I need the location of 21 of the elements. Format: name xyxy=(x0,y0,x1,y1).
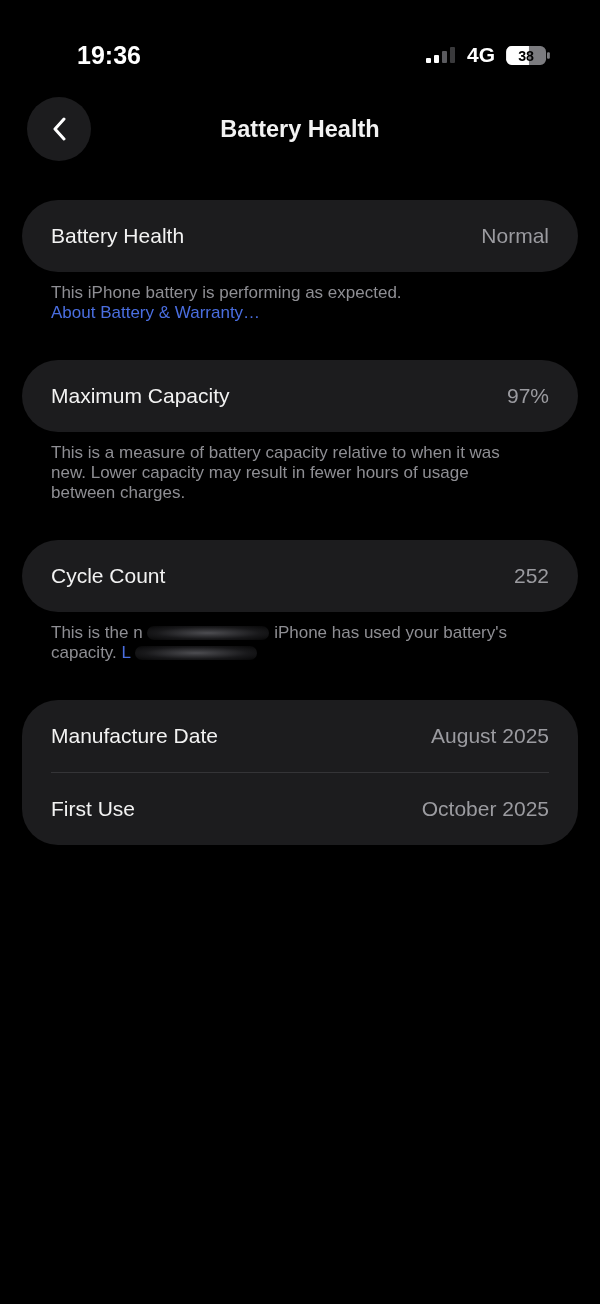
row-value: 252 xyxy=(513,564,549,588)
row-label: First Use xyxy=(51,797,135,821)
row-value: October 2025 xyxy=(421,797,549,821)
footnote-text: This is the n iPhone has used your battery's capacity. L xyxy=(50,623,508,663)
help-link[interactable]: L xyxy=(121,643,131,662)
row-value: Normal xyxy=(481,224,549,248)
row-label: Manufacture Date xyxy=(51,724,218,748)
help-link[interactable]: About Battery & Warranty… xyxy=(51,303,261,322)
network-type: 4G xyxy=(467,43,495,67)
signal-icon xyxy=(426,47,456,63)
footnote-text: This iPhone battery is performing as expected. About Battery & Warranty… xyxy=(50,283,403,323)
row-label: Maximum Capacity xyxy=(51,384,230,408)
row-value: 97% xyxy=(506,384,549,408)
row-value: August 2025 xyxy=(431,724,549,748)
row-label: Battery Health xyxy=(51,224,185,248)
footnote-text: This is a measure of battery capacity relative to when it was new. Lower capacity may result in fewer hours of usage between charges. xyxy=(50,443,501,503)
status-time: 19:36 xyxy=(77,40,141,70)
page-title: Battery Health xyxy=(220,115,380,143)
battery-icon: 38 xyxy=(506,45,550,65)
row-label: Cycle Count xyxy=(51,564,166,588)
chevron-left-icon xyxy=(52,117,66,141)
